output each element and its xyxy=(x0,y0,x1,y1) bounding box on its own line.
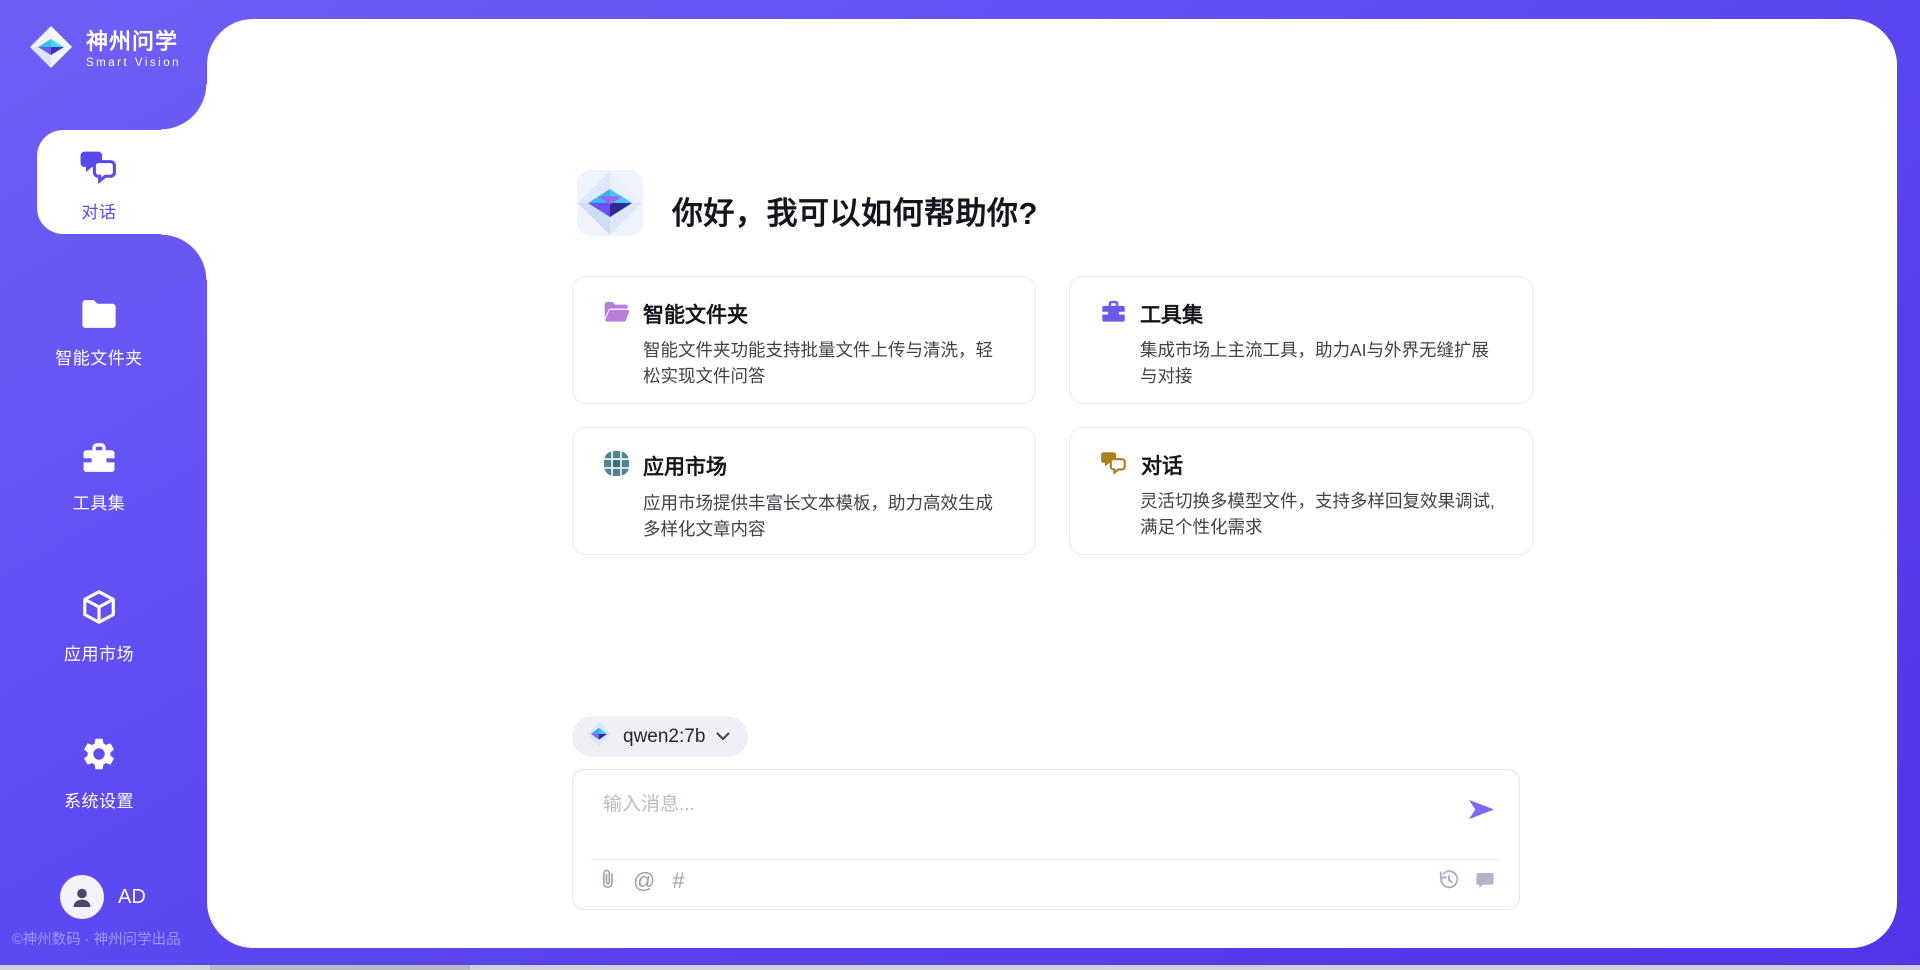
composer-divider xyxy=(591,859,1501,860)
card-title: 对话 xyxy=(1141,450,1183,480)
feedback-bubble-button[interactable] xyxy=(1475,870,1495,894)
sidebar-item-chat[interactable]: 对话 xyxy=(0,150,198,223)
toolbox-icon xyxy=(1100,299,1127,329)
card-description: 集成市场上主流工具，助力AI与外界无缝扩展与对接 xyxy=(1140,338,1506,390)
card-chat[interactable]: 对话 灵活切换多模型文件，支持多样回复效果调试, 满足个性化需求 xyxy=(1069,427,1533,555)
brand-subtitle: Smart Vision xyxy=(86,57,181,70)
card-description: 应用市场提供丰富长文本模板，助力高效生成多样化文章内容 xyxy=(643,491,1009,543)
horizontal-scrollbar-thumb[interactable] xyxy=(210,965,470,970)
avatar xyxy=(60,875,104,919)
notch-fillet-top xyxy=(161,84,208,130)
paperclip-icon xyxy=(600,867,616,894)
sidebar-item-settings[interactable]: 系统设置 xyxy=(0,735,198,812)
send-button[interactable] xyxy=(1468,798,1495,824)
history-button[interactable] xyxy=(1438,869,1460,894)
folder-open-icon xyxy=(603,300,630,329)
sidebar-item-toolset[interactable]: 工具集 xyxy=(0,441,198,514)
sidebar-item-label: 系统设置 xyxy=(64,787,134,812)
toolbox-icon xyxy=(80,441,118,480)
card-title: 智能文件夹 xyxy=(643,299,748,329)
sidebar-item-smart-folder[interactable]: 智能文件夹 xyxy=(0,298,198,369)
card-description: 灵活切换多模型文件，支持多样回复效果调试, 满足个性化需求 xyxy=(1140,489,1506,541)
attach-file-button[interactable] xyxy=(600,867,616,894)
brand-logo: 神州问学 Smart Vision xyxy=(28,24,181,75)
mention-button[interactable]: @ xyxy=(633,870,655,892)
notch-fillet-bottom xyxy=(161,234,208,280)
card-app-market[interactable]: 应用市场 应用市场提供丰富长文本模板，助力高效生成多样化文章内容 xyxy=(572,427,1036,555)
diamond-logo-icon xyxy=(28,24,74,75)
hero-diamond-logo-icon xyxy=(570,163,650,248)
send-icon xyxy=(1468,809,1495,824)
feature-cards: 智能文件夹 智能文件夹功能支持批量文件上传与清洗，轻松实现文件问答 工具集 集成… xyxy=(572,276,1533,555)
folder-icon xyxy=(80,298,118,335)
chat-bubbles-icon xyxy=(1100,451,1128,480)
topic-button[interactable]: # xyxy=(672,870,684,892)
model-name-label: qwen2:7b xyxy=(623,726,705,748)
history-clock-icon xyxy=(1438,869,1460,894)
sidebar-footer-credit: ©神州数码 · 神州问学出品 xyxy=(12,928,202,949)
sidebar-item-label: 工具集 xyxy=(73,489,126,514)
chevron-down-icon xyxy=(716,728,730,746)
user-name-label: AD xyxy=(118,886,146,909)
message-input[interactable] xyxy=(601,786,1385,824)
composer-left-tools: @ # xyxy=(600,867,685,894)
app-grid-icon xyxy=(603,450,630,482)
at-sign-icon: @ xyxy=(633,870,655,892)
speech-bubble-icon xyxy=(1475,870,1495,894)
card-toolset[interactable]: 工具集 集成市场上主流工具，助力AI与外界无缝扩展与对接 xyxy=(1069,276,1533,404)
card-title: 应用市场 xyxy=(643,451,727,481)
hash-icon: # xyxy=(672,870,684,892)
greeting-title: 你好，我可以如何帮助你? xyxy=(672,188,1038,233)
composer-right-tools xyxy=(1438,869,1495,894)
model-selector[interactable]: qwen2:7b xyxy=(572,716,748,757)
card-smart-folder[interactable]: 智能文件夹 智能文件夹功能支持批量文件上传与清洗，轻松实现文件问答 xyxy=(572,276,1036,404)
chat-bubbles-icon xyxy=(79,150,119,189)
sidebar-item-label: 对话 xyxy=(82,198,117,223)
user-account[interactable]: AD xyxy=(60,875,146,919)
message-composer: @ # xyxy=(572,769,1520,910)
brand-name: 神州问学 xyxy=(86,30,181,54)
gear-icon xyxy=(80,735,118,778)
diamond-logo-icon xyxy=(586,721,612,752)
card-title: 工具集 xyxy=(1140,299,1203,329)
sidebar-item-app-market[interactable]: 应用市场 xyxy=(0,588,198,665)
sidebar-item-label: 智能文件夹 xyxy=(55,344,143,369)
sidebar-item-label: 应用市场 xyxy=(64,640,134,665)
card-description: 智能文件夹功能支持批量文件上传与清洗，轻松实现文件问答 xyxy=(643,338,1009,390)
cube-icon xyxy=(80,588,118,631)
